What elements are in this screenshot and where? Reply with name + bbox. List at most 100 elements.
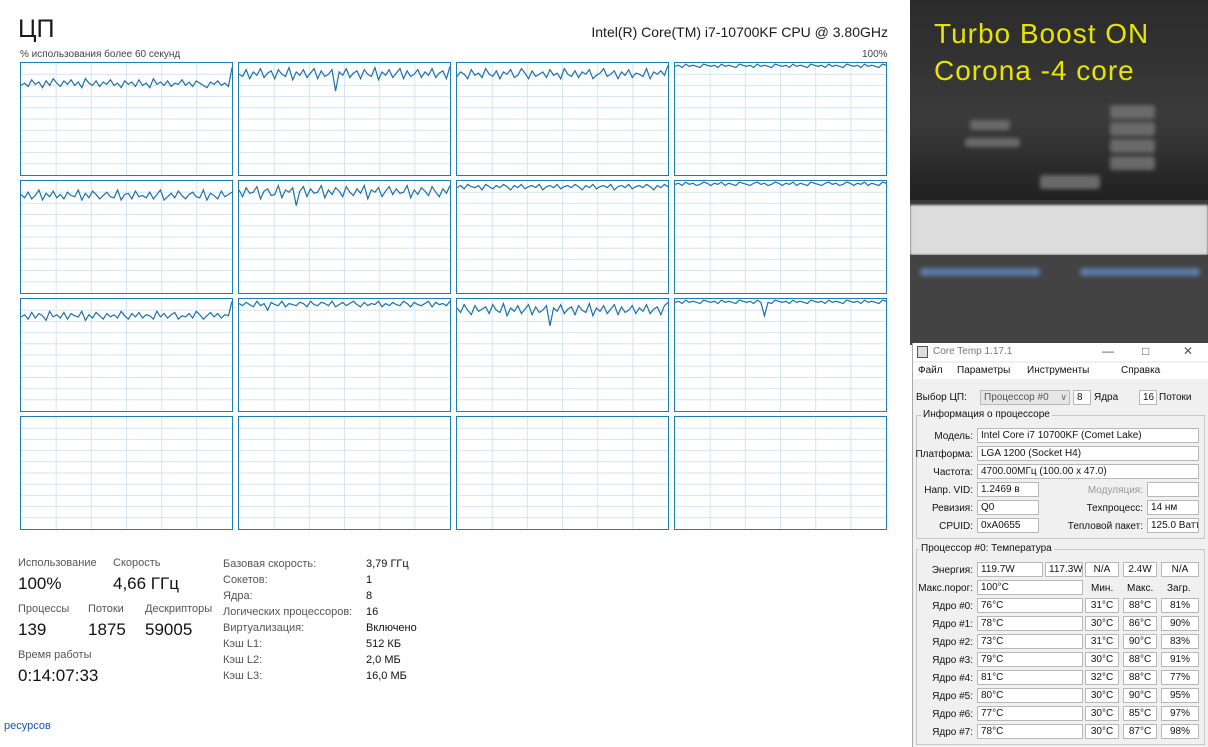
blurred-element (1110, 139, 1155, 153)
minimize-icon[interactable]: — (1102, 344, 1114, 358)
blurred-panel (910, 205, 1208, 255)
core-label: Ядро #1: (932, 619, 973, 630)
cpu-graph-11 (674, 298, 887, 412)
core-temp-value: 81°C (977, 670, 1083, 685)
core-max-value: 90°C (1123, 688, 1157, 703)
cpu-graph-plot (21, 63, 232, 175)
revision-value: Q0 (977, 500, 1039, 515)
model-label: Модель: (934, 431, 973, 442)
blurred-element (1040, 175, 1100, 189)
cpu-graph-plot (457, 417, 668, 529)
threads-value: 1875 (88, 620, 126, 639)
detail-key: Базовая скорость: (223, 558, 317, 570)
platform-label: Платформа: (915, 449, 973, 460)
frequency-label: Частота: (933, 467, 973, 478)
vid-value: 1.2469 в (977, 482, 1039, 497)
power-label: Энергия: (931, 565, 973, 576)
cpu-graph-9 (238, 298, 451, 412)
core-load-value: 98% (1161, 724, 1199, 739)
detail-value: 2,0 МБ (366, 654, 401, 666)
core-temp-value: 73°C (977, 634, 1083, 649)
background-desktop: Turbo Boost ON Corona -4 core (910, 0, 1208, 345)
core-temp-window: Core Temp 1.17.1 — □ ✕ Файл Параметры Ин… (912, 343, 1208, 747)
blurred-element (1110, 105, 1155, 119)
cpu-graph-plot (675, 181, 886, 293)
resource-monitor-link[interactable]: ресурсов (4, 720, 51, 732)
graph-axis-label: % использования более 60 секунд (20, 49, 181, 60)
cpu-graph-plot (239, 417, 450, 529)
core-max-value: 87°C (1123, 724, 1157, 739)
blurred-element (920, 268, 1040, 276)
col-max-header: Макс. (1127, 583, 1154, 594)
detail-key: Логических процессоров: (223, 606, 353, 618)
core-min-value: 31°C (1085, 634, 1119, 649)
core-temp-value: 78°C (977, 724, 1083, 739)
cpu-graph-15 (674, 416, 887, 530)
cpu-graph-plot (457, 63, 668, 175)
cpu-graph-plot (21, 299, 232, 411)
cpuid-label: CPUID: (939, 521, 973, 532)
power-gpu: N/A (1161, 562, 1199, 577)
temperature-title: Процессор #0: Температура (919, 543, 1054, 554)
cpu-select-value: Процессор #0 (984, 392, 1049, 403)
core-temp-value: 78°C (977, 616, 1083, 631)
core-max-value: 85°C (1123, 706, 1157, 721)
screen: ЦП Intel(R) Core(TM) i7-10700KF CPU @ 3.… (0, 0, 1208, 747)
core-temp-value: 76°C (977, 598, 1083, 613)
cpu-graph-6 (456, 180, 669, 294)
tdp-label: Тепловой пакет: (1067, 521, 1143, 532)
maximize-icon[interactable]: □ (1142, 344, 1149, 358)
title-bar[interactable]: Core Temp 1.17.1 — □ ✕ (913, 343, 1208, 361)
menu-file[interactable]: Файл (918, 365, 943, 376)
core-min-value: 30°C (1085, 616, 1119, 631)
cpu-graph-10 (456, 298, 669, 412)
overlay-caption-line1: Turbo Boost ON (934, 18, 1150, 49)
platform-value: LGA 1200 (Socket H4) (977, 446, 1199, 461)
core-max-value: 86°C (1123, 616, 1157, 631)
menu-tools[interactable]: Инструменты (1027, 365, 1089, 376)
detail-key: Кэш L2: (223, 654, 263, 666)
core-load-value: 95% (1161, 688, 1199, 703)
core-min-value: 30°C (1085, 706, 1119, 721)
detail-value: 512 КБ (366, 638, 402, 650)
detail-value: 8 (366, 590, 373, 602)
detail-key: Виртуализация: (223, 622, 305, 634)
cpu-graph-12 (20, 416, 233, 530)
blurred-element (970, 120, 1010, 130)
speed-value: 4,66 ГГц (113, 574, 179, 593)
core-load-value: 91% (1161, 652, 1199, 667)
menu-options[interactable]: Параметры (957, 365, 1010, 376)
tjmax-label: Макс.порог: (918, 583, 973, 594)
cpu-graph-0 (20, 62, 233, 176)
close-icon[interactable]: ✕ (1183, 344, 1193, 358)
usage-value: 100% (18, 574, 62, 593)
chevron-down-icon: ∨ (1060, 392, 1067, 402)
power-package: 119.7W (977, 562, 1043, 577)
detail-key: Сокетов: (223, 574, 268, 586)
core-min-value: 31°C (1085, 598, 1119, 613)
cpu-graph-plot (239, 181, 450, 293)
detail-value: 1 (366, 574, 373, 586)
menu-help[interactable]: Справка (1121, 365, 1160, 376)
threads-label: Потоки (88, 603, 124, 615)
page-title: ЦП (18, 15, 55, 43)
core-load-value: 77% (1161, 670, 1199, 685)
cpu-graph-8 (20, 298, 233, 412)
frequency-value: 4700.00МГц (100.00 x 47.0) (977, 464, 1199, 479)
core-temp-value: 79°C (977, 652, 1083, 667)
model-value: Intel Core i7 10700KF (Comet Lake) (977, 428, 1199, 443)
usage-label: Использование (18, 557, 97, 569)
speed-label: Скорость (113, 557, 161, 569)
core-min-value: 30°C (1085, 724, 1119, 739)
overlay-caption-line2: Corona -4 core (934, 55, 1135, 86)
detail-value: 3,79 ГГц (366, 558, 409, 570)
modulation-value (1147, 482, 1199, 497)
cpu-select-dropdown[interactable]: Процессор #0 ∨ (980, 390, 1070, 405)
core-max-value: 88°C (1123, 670, 1157, 685)
core-load-value: 90% (1161, 616, 1199, 631)
cpu-graph-plot (21, 417, 232, 529)
power-cores: 117.3W (1045, 562, 1083, 577)
detail-key: Кэш L1: (223, 638, 263, 650)
threads-label: Потоки (1159, 392, 1192, 403)
core-temp-value: 77°C (977, 706, 1083, 721)
